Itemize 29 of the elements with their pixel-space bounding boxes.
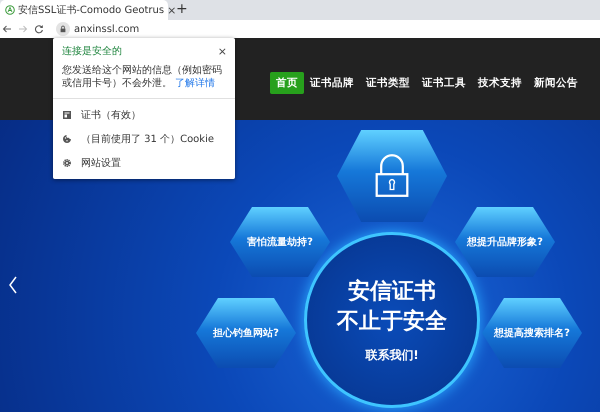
new-tab-button[interactable]: + (176, 0, 188, 18)
back-icon[interactable] (2, 24, 12, 34)
security-message: 您发送给这个网站的信息（例如密码或信用卡号）不会外泄。 了解详情 (62, 64, 223, 90)
close-button[interactable]: × (218, 44, 227, 58)
nav-item[interactable]: 证书类型 (360, 72, 416, 94)
nav-item[interactable]: 证书工具 (416, 72, 472, 94)
contact-link[interactable]: 联系我们! (365, 346, 419, 364)
reload-icon[interactable] (34, 24, 44, 34)
popup-menu-item[interactable]: 网站设置 (81, 156, 121, 170)
nav-item[interactable]: 新闻公告 (528, 72, 584, 94)
settings-icon (62, 158, 72, 168)
address-field[interactable]: anxinssl.com (74, 24, 140, 34)
popup-title: 连接是安全的 (62, 44, 122, 58)
cookie-icon (62, 134, 72, 144)
lock-icon (59, 25, 67, 33)
headline-text: 安信证书 (348, 278, 436, 306)
headline-text: 不止于安全 (337, 308, 447, 336)
popup-menu-item[interactable]: （目前使用了 31 个）Cookie (81, 132, 214, 146)
site-info-button[interactable] (56, 22, 70, 36)
popup-menu-item[interactable]: 证书（有效） (81, 108, 141, 122)
tab-close-button[interactable]: × (167, 4, 176, 16)
site-favicon-icon (5, 5, 15, 15)
learn-more-link[interactable]: 了解详情 (175, 78, 216, 89)
certificate-icon (62, 110, 72, 120)
tab-title: 安信SSL证书-Comodo Geotrus (18, 4, 164, 17)
previous-slide-icon[interactable] (8, 276, 18, 294)
nav-item[interactable]: 技术支持 (472, 72, 528, 94)
nav-item[interactable]: 证书品牌 (304, 72, 360, 94)
padlock-icon (374, 154, 410, 198)
